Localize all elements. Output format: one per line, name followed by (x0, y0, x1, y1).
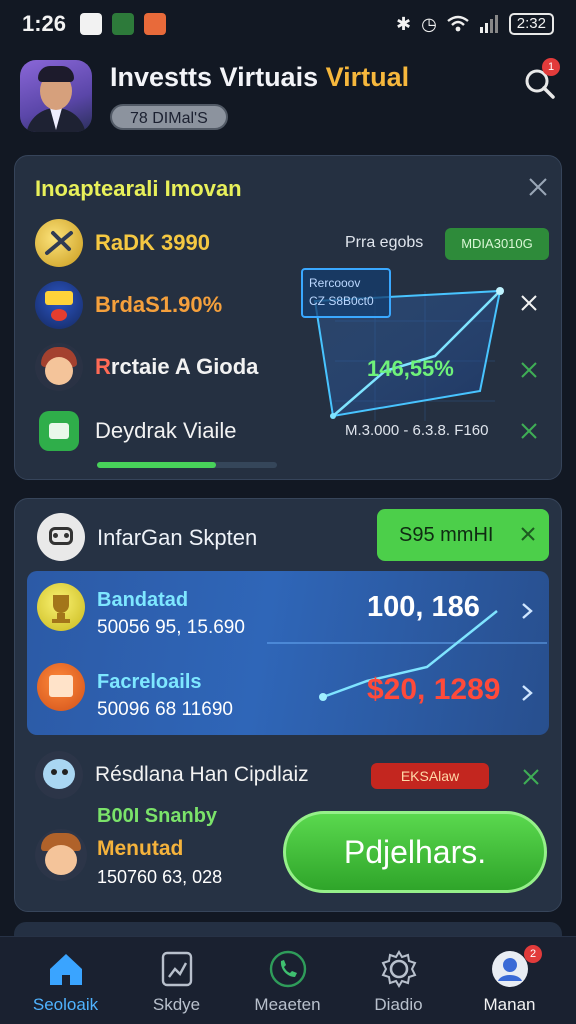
settings-icon (381, 950, 417, 988)
trophy-icon (37, 583, 85, 631)
portfolio-card-title: InfarGan Skpten (97, 525, 258, 550)
chart-tooltip: Rercooov CZ S8B0ct0 (301, 268, 391, 318)
wifi-icon (447, 15, 469, 32)
holding-row[interactable]: Bandatad 50056 95, 15.690 100, 186 (27, 571, 549, 653)
side-label-top: Prra egobs (345, 234, 424, 251)
holding-value: 100, 186 (367, 591, 480, 623)
status-chip[interactable]: MDIA3010G (445, 228, 549, 260)
nav-item-phone[interactable]: Meaeten (230, 937, 345, 1024)
notification-badge: 2 (524, 945, 542, 963)
portfolio-action-button[interactable]: S95 mmHI (377, 509, 549, 561)
range-label: M.3.000 - 6.3.8. F160 (345, 422, 489, 439)
holding-title: Facreloails (97, 671, 202, 693)
close-icon[interactable] (527, 176, 549, 198)
nav-label: Diadio (374, 995, 423, 1014)
bluetooth-icon: ✱ (395, 13, 412, 34)
list-item-title: B00I Snanby (97, 805, 218, 827)
chart-icon (161, 951, 193, 987)
status-time: 1:26 (22, 11, 67, 36)
wallet-icon (39, 411, 79, 451)
dismiss-icon[interactable] (519, 360, 539, 380)
portfolio-card: InfarGan Skpten S95 mmHI Bandatad 50056 … (14, 498, 562, 912)
progress-bar (97, 462, 277, 468)
badge-icon (35, 281, 83, 329)
tooltip-line-2: CZ S8B0ct0 (309, 294, 374, 308)
holding-title: Bandatad (97, 589, 189, 611)
close-icon[interactable] (519, 293, 539, 313)
portfolio-action-label: S95 mmHI (399, 524, 494, 546)
notification-app-icon (80, 13, 103, 35)
mascot-icon (35, 751, 83, 799)
list-item-label-rest: rctaie A Gioda (110, 354, 259, 379)
nav-item-settings[interactable]: Diadio (341, 937, 456, 1024)
user-avatar[interactable] (20, 60, 92, 132)
box-icon (37, 663, 85, 711)
nav-label: Seoloaik (32, 995, 99, 1014)
balance-pill[interactable]: 78 DIMal'S (110, 104, 228, 130)
nav-item-chart[interactable]: Skdye (119, 937, 234, 1024)
list-item-label: RaDK 3990 (95, 230, 210, 255)
percent-value: 146,55% (367, 356, 454, 381)
progress-fill (97, 462, 216, 468)
alarm-icon: ◷ (421, 13, 437, 34)
status-bar: 1:26 ✱ ◷ 2:32 (0, 0, 576, 48)
list-item[interactable]: Rrctaie A Gioda (35, 342, 258, 392)
status-right: ✱ ◷ 2:32 (396, 13, 554, 35)
battery-indicator: 2:32 (508, 13, 554, 35)
holding-subtitle: 50096 68 11690 (97, 699, 233, 720)
list-item[interactable]: B00I Snanby Menutad 150760 63, 028 (35, 805, 275, 895)
nav-label: Meaeten (254, 995, 321, 1014)
character-icon (35, 343, 83, 391)
holding-value-negative: $20, 1289 (367, 673, 501, 706)
app-title: Investts Virtuais Virtual (110, 62, 409, 93)
robot-icon (37, 513, 85, 561)
bottom-navigation: Seoloaik Skdye Meaeten Diadio 2 Manan (0, 936, 576, 1024)
list-item[interactable]: Deydrak Viaile (35, 406, 236, 456)
list-item-label: Résdlana Han Cipdlaiz (95, 763, 309, 786)
close-icon (521, 527, 535, 541)
investment-card: Inoaptearali Imovan Rercooov CZ S8B0ct0 … (14, 155, 562, 480)
nav-item-profile[interactable]: 2 Manan (452, 937, 567, 1024)
app-header: Investts Virtuais Virtual 78 DIMal'S 1 (0, 56, 576, 140)
list-item[interactable]: BrdaS1.90% (35, 280, 222, 330)
phone-icon (269, 950, 307, 988)
nav-label: Skdye (152, 995, 201, 1014)
dismiss-icon[interactable] (519, 421, 539, 441)
list-item[interactable]: Résdlana Han Cipdlaiz (35, 751, 309, 799)
tooltip-line-1: Rercooov (309, 276, 361, 290)
chevron-right-icon (522, 685, 533, 701)
list-item-subtitle: Menutad (97, 837, 184, 860)
list-item[interactable]: RaDK 3990 (35, 218, 210, 268)
nav-label: Manan (483, 995, 536, 1014)
holding-row[interactable]: Facreloails 50096 68 11690 $20, 1289 (27, 653, 549, 735)
signal-icon (479, 15, 498, 33)
app-title-main: Investts Virtuais (110, 62, 326, 92)
primary-action-button[interactable]: Pdjelhars. (283, 811, 547, 893)
holdings-panel: Bandatad 50056 95, 15.690 100, 186 Facre… (27, 571, 549, 735)
app-title-accent: Virtual (325, 62, 410, 92)
shield-app-icon (144, 13, 167, 35)
investment-card-title: Inoaptearali Imovan (35, 176, 242, 201)
coin-icon (35, 219, 83, 267)
nav-item-home[interactable]: Seoloaik (8, 937, 123, 1024)
holding-subtitle: 50056 95, 15.690 (97, 617, 245, 638)
flag-app-icon (112, 13, 135, 35)
chevron-right-icon (522, 603, 533, 619)
list-item-value: 150760 63, 028 (97, 867, 223, 887)
status-badge: EKSAlaw (371, 763, 489, 789)
list-item-label: Rrctaie A Gioda (95, 354, 258, 380)
list-item-label: BrdaS1.90% (95, 292, 223, 317)
list-item-label: Deydrak Viaile (95, 418, 237, 443)
home-icon (50, 954, 82, 985)
notification-badge: 1 (542, 58, 560, 76)
list-item-label-accent: R (95, 354, 111, 379)
character-icon (35, 829, 87, 881)
chevron-down-icon[interactable] (521, 767, 541, 787)
